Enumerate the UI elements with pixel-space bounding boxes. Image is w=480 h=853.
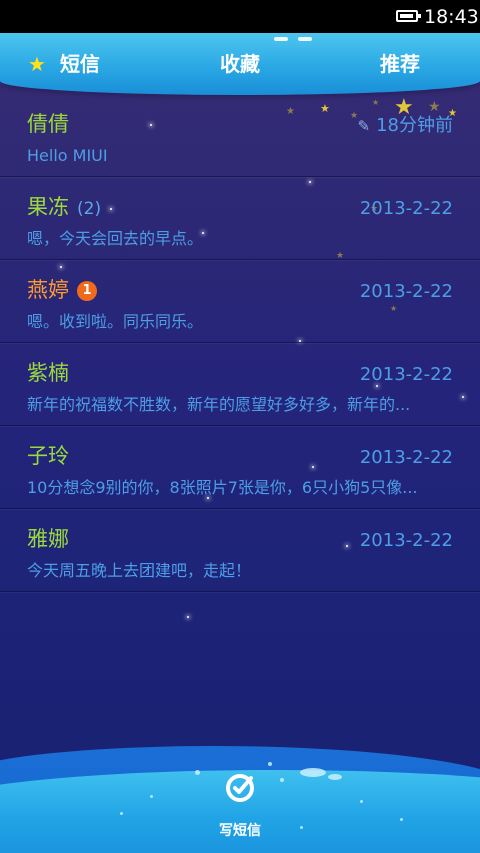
contact-name-line: 燕婷 1: [27, 276, 97, 304]
message-preview: Hello MIUI: [27, 146, 108, 165]
message-date: 2013-2-22: [359, 447, 453, 468]
bubble: [328, 774, 342, 780]
drag-handle[interactable]: [298, 37, 312, 41]
conversation-row[interactable]: 雅娜 2013-2-22 今天周五晚上去团建吧，走起！: [0, 509, 480, 592]
sparkle: [187, 616, 189, 618]
conversation-row[interactable]: 倩倩 ✎ 18分钟前 Hello MIUI: [0, 94, 480, 177]
bubble: [300, 768, 326, 777]
drag-handle[interactable]: [274, 37, 288, 41]
compose-icon: [226, 774, 254, 802]
bubble: [300, 826, 303, 829]
unread-badge: 1: [77, 281, 97, 301]
battery-level: [400, 14, 413, 18]
conversation-row[interactable]: 子玲 2013-2-22 10分想念9别的你，8张照片7张是你，6只小狗5只像.…: [0, 426, 480, 509]
contact-name: 果冻: [27, 195, 69, 219]
conversation-row[interactable]: 果冻 (2) 2013-2-22 嗯，今天会回去的早点。: [0, 177, 480, 260]
contact-name-line: 果冻 (2): [27, 193, 101, 223]
draft-pencil-icon: ✎: [357, 117, 371, 135]
compose-label: 写短信: [219, 823, 261, 839]
conversation-row[interactable]: 燕婷 1 2013-2-22 嗯。收到啦。同乐同乐。: [0, 260, 480, 343]
tab-bar: ★ 短信 收藏 推荐: [0, 33, 480, 95]
contact-name: 倩倩: [27, 112, 69, 136]
bubble: [280, 778, 284, 782]
message-preview: 嗯，今天会回去的早点。: [27, 229, 204, 248]
message-preview: 嗯。收到啦。同乐同乐。: [27, 312, 204, 331]
message-preview: 新年的祝福数不胜数，新年的愿望好多好多，新年的...: [27, 395, 411, 414]
message-count: (2): [77, 199, 102, 219]
tab-recommended[interactable]: 推荐: [380, 47, 420, 81]
bubble: [400, 818, 403, 821]
bubble: [150, 795, 153, 798]
message-date: 2013-2-22: [359, 530, 453, 551]
battery-icon: [396, 10, 421, 22]
message-time: ✎ 18分钟前: [358, 114, 453, 138]
contact-name: 子玲: [27, 444, 69, 468]
message-date: 2013-2-22: [359, 281, 453, 302]
message-date: 2013-2-22: [359, 198, 453, 219]
contact-name: 紫楠: [27, 361, 69, 385]
bubble: [120, 812, 123, 815]
bubble: [268, 762, 272, 766]
compose-button[interactable]: 写短信: [200, 768, 280, 844]
tab-favorites[interactable]: 收藏: [220, 47, 260, 81]
star-icon: ★: [28, 52, 46, 76]
status-bar: 18:43: [0, 0, 480, 33]
contact-name: 雅娜: [27, 527, 69, 551]
tab-label: 推荐: [380, 52, 420, 76]
contact-name: 燕婷: [27, 278, 69, 302]
message-preview: 今天周五晚上去团建吧，走起！: [27, 561, 252, 580]
tab-sms[interactable]: ★ 短信: [28, 47, 100, 81]
tab-label: 短信: [59, 52, 100, 76]
messages-screen: 18:43 ★ ★ ★ ★ ★ ★ ★ ★ ★ ★ 倩倩 ✎ 18分钟前 Hell…: [0, 0, 480, 853]
message-date: 2013-2-22: [359, 364, 453, 385]
conversation-row[interactable]: 紫楠 2013-2-22 新年的祝福数不胜数，新年的愿望好多好多，新年的...: [0, 343, 480, 426]
message-time-text: 18分钟前: [376, 115, 453, 136]
status-time: 18:43: [424, 6, 479, 28]
conversation-list: 倩倩 ✎ 18分钟前 Hello MIUI 果冻 (2) 2013-2-22 嗯，今…: [0, 94, 480, 592]
bubble: [360, 800, 363, 803]
tab-label: 收藏: [220, 52, 260, 76]
message-preview: 10分想念9别的你，8张照片7张是你，6只小狗5只像...: [27, 478, 418, 497]
